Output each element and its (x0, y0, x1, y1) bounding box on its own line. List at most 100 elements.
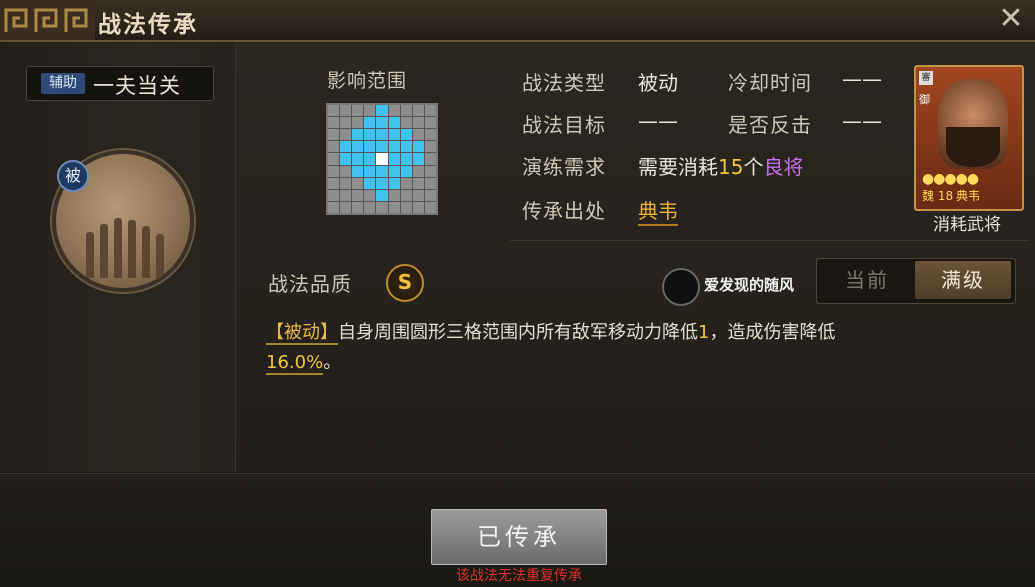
range-cell (412, 141, 424, 153)
window-title: 战法传承 (98, 12, 198, 38)
range-cell (424, 141, 436, 153)
desc-text: 自身周围圆形三格范围内所有敌军移动力降低 (338, 322, 698, 343)
range-cell (352, 141, 364, 153)
target-value: —— (638, 109, 678, 133)
range-cell (328, 129, 340, 141)
range-cell (424, 177, 436, 189)
counter-label: 是否反击 (728, 113, 812, 137)
faction-tag: 魏 (922, 189, 935, 203)
range-cell (328, 117, 340, 129)
general-name: 典韦 (956, 189, 981, 203)
range-cell (328, 165, 340, 177)
range-cell (388, 165, 400, 177)
range-cell (328, 141, 340, 153)
range-cell (364, 129, 376, 141)
requirement-label: 演练需求 (522, 155, 606, 179)
range-cell (376, 153, 388, 165)
range-cell (400, 117, 412, 129)
range-cell (400, 153, 412, 165)
range-cell (412, 153, 424, 165)
desc-text: ，造成伤害降低 (709, 322, 836, 343)
toggle-max-level[interactable]: 满级 (915, 261, 1011, 299)
range-cell (412, 117, 424, 129)
source-link[interactable]: 典韦 (638, 195, 678, 226)
range-cell (352, 165, 364, 177)
inherited-button[interactable]: 已传承 (431, 509, 607, 565)
soldier-figure (142, 226, 150, 278)
level-toggle: 当前 满级 (816, 258, 1016, 304)
range-label: 影响范围 (327, 70, 408, 92)
range-cell (424, 105, 436, 117)
range-cell (376, 165, 388, 177)
range-cell (340, 129, 352, 141)
range-cell (412, 201, 424, 213)
type-value: 被动 (638, 71, 678, 95)
range-cell (340, 177, 352, 189)
range-cell (376, 201, 388, 213)
general-card[interactable]: 審 御 ●●●●● 魏 18 典韦 (914, 65, 1024, 211)
skill-name: 一夫当关 (93, 74, 181, 98)
range-cell (400, 141, 412, 153)
range-cell (352, 189, 364, 201)
range-cell (424, 165, 436, 177)
range-cell (412, 105, 424, 117)
range-cell (352, 201, 364, 213)
desc-percent: 16.0% (266, 352, 324, 375)
range-cell (388, 129, 400, 141)
range-cell (352, 177, 364, 189)
star-rating: ●●●●● (922, 171, 979, 187)
close-icon[interactable]: ✕ (995, 4, 1027, 36)
card-tag-troop: 御 (919, 93, 930, 106)
range-cell (400, 105, 412, 117)
range-cell (364, 117, 376, 129)
requirement-unit: 个 (743, 155, 764, 179)
general-level: 魏 18 (922, 187, 953, 204)
range-cell (364, 153, 376, 165)
watermark-text: 爱发现的随风 (704, 276, 795, 294)
quality-badge: S (386, 264, 424, 302)
range-cell (376, 189, 388, 201)
desc-text: 。 (323, 352, 342, 373)
passive-tag: 被 (57, 160, 89, 192)
desc-tag: 【被动】 (266, 322, 338, 345)
range-cell (388, 117, 400, 129)
requirement-quality: 良将 (763, 155, 804, 179)
requirement-value: 需要消耗15个良将 (638, 151, 803, 180)
role-tag: 辅助 (41, 73, 85, 94)
range-cell (340, 153, 352, 165)
range-cell (328, 189, 340, 201)
range-cell (388, 141, 400, 153)
watermark-logo-icon (662, 268, 700, 306)
soldier-figure (86, 232, 94, 278)
type-label: 战法类型 (522, 71, 606, 95)
range-cell (352, 153, 364, 165)
range-cell (388, 153, 400, 165)
range-cell (400, 189, 412, 201)
toggle-current[interactable]: 当前 (819, 261, 915, 299)
range-cell (352, 117, 364, 129)
range-cell (424, 117, 436, 129)
card-tag: 審 (919, 71, 933, 85)
inherit-warning: 该战法无法重复传承 (456, 568, 582, 584)
range-cell (424, 153, 436, 165)
source-label: 传承出处 (522, 199, 606, 223)
range-cell (400, 165, 412, 177)
range-cell (376, 177, 388, 189)
range-cell (364, 141, 376, 153)
range-cell (340, 141, 352, 153)
range-cell (412, 189, 424, 201)
range-cell (328, 177, 340, 189)
range-cell (412, 129, 424, 141)
quality-label: 战法品质 (268, 272, 352, 296)
soldier-figure (114, 218, 122, 278)
range-cell (340, 201, 352, 213)
range-cell (388, 201, 400, 213)
range-cell (400, 129, 412, 141)
range-cell (400, 201, 412, 213)
target-label: 战法目标 (522, 113, 606, 137)
range-cell (352, 129, 364, 141)
cooldown-label: 冷却时间 (728, 71, 812, 95)
range-cell (364, 177, 376, 189)
range-cell (364, 165, 376, 177)
range-cell (412, 165, 424, 177)
